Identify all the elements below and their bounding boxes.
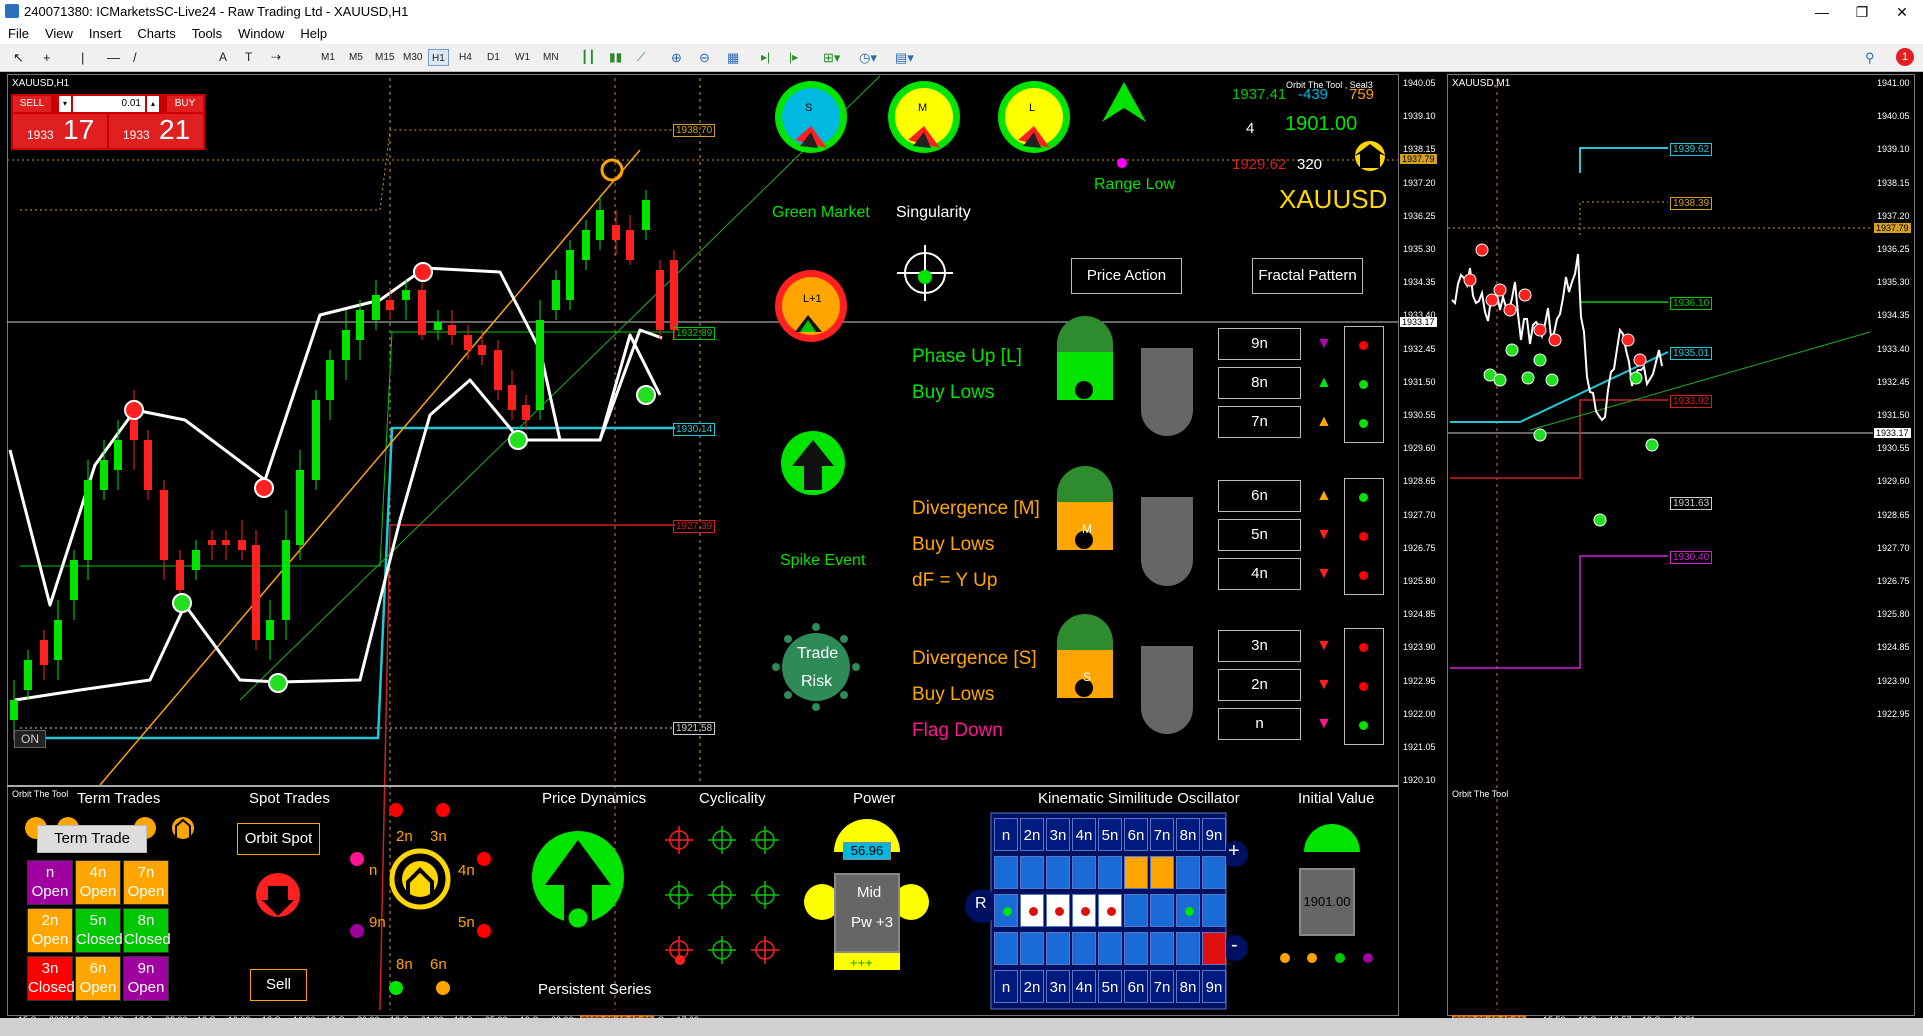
terminal-window: 240071380: ICMarketsSC-Live24 - Raw Trad… xyxy=(0,0,1923,1036)
m1-indicator-label: Orbit The Tool xyxy=(1452,789,1509,799)
m1-fractal-marker xyxy=(1548,333,1562,347)
m1-chart-canvas[interactable] xyxy=(0,0,1923,1036)
m1-level-label: 1931.63 xyxy=(1670,497,1713,510)
m1-price-tick: 1932.45 xyxy=(1877,376,1910,387)
m1-fractal-marker xyxy=(1533,428,1547,442)
m1-price-tick: 1929.60 xyxy=(1877,476,1910,487)
m1-fractal-marker xyxy=(1629,371,1643,385)
m1-price-tick: 1937.20 xyxy=(1877,210,1910,221)
m1-fractal-marker xyxy=(1485,293,1499,307)
m1-bid-marker: 1933.17 xyxy=(1874,428,1911,438)
m1-fractal-marker xyxy=(1493,283,1507,297)
m1-level-label: 1939.62 xyxy=(1670,143,1713,156)
m1-price-tick: 1922.95 xyxy=(1877,708,1910,719)
m1-fractal-marker xyxy=(1521,371,1535,385)
m1-price-tick: 1933.40 xyxy=(1877,343,1910,354)
m1-price-tick: 1940.05 xyxy=(1877,111,1910,122)
m1-price-tick: 1934.35 xyxy=(1877,310,1910,321)
m1-price-tick: 1931.50 xyxy=(1877,410,1910,420)
m1-fractal-marker xyxy=(1503,303,1517,317)
m1-price-tick: 1927.70 xyxy=(1877,542,1910,553)
m1-level-label: 1933.92 xyxy=(1670,395,1713,408)
m1-magenta-level xyxy=(1450,555,1668,669)
m1-ask-marker: 1937.79 xyxy=(1874,223,1911,233)
m1-cyan-upper xyxy=(1579,147,1668,173)
m1-price-tick: 1936.25 xyxy=(1877,244,1910,254)
m1-fractal-marker xyxy=(1493,373,1507,387)
m1-price-tick: 1926.75 xyxy=(1877,576,1910,586)
m1-price-tick: 1924.85 xyxy=(1877,642,1910,653)
m1-level-label: 1936.10 xyxy=(1670,297,1713,310)
m1-fractal-marker xyxy=(1545,373,1559,387)
m1-fractal-marker xyxy=(1633,353,1647,367)
m1-symbol-label: XAUUSD,M1 xyxy=(1452,78,1511,89)
m1-price-tick: 1939.10 xyxy=(1877,144,1910,155)
m1-level-label: 1930.40 xyxy=(1670,551,1713,564)
status-strip xyxy=(0,1018,1923,1036)
m1-fractal-marker xyxy=(1463,273,1477,287)
m1-fractal-marker xyxy=(1621,333,1635,347)
m1-fractal-marker xyxy=(1505,343,1519,357)
m1-price-tick: 1928.65 xyxy=(1877,509,1910,520)
m1-level-label: 1938.39 xyxy=(1670,197,1713,210)
m1-fractal-marker xyxy=(1645,438,1659,452)
m1-price-tick: 1923.90 xyxy=(1877,675,1910,686)
m1-fractal-marker xyxy=(1533,323,1547,337)
m1-price-tick: 1935.30 xyxy=(1877,277,1910,288)
m1-fractal-marker xyxy=(1593,513,1607,527)
m1-price-tick: 1930.55 xyxy=(1877,443,1910,454)
m1-price-tick: 1941.00 xyxy=(1877,78,1910,88)
m1-price-tick: 1925.80 xyxy=(1877,609,1910,620)
m1-level-label: 1935.01 xyxy=(1670,347,1713,360)
m1-fractal-marker xyxy=(1533,353,1547,367)
m1-fractal-marker xyxy=(1475,243,1489,257)
m1-price-tick: 1938.15 xyxy=(1877,177,1910,188)
m1-fractal-marker xyxy=(1518,288,1532,302)
